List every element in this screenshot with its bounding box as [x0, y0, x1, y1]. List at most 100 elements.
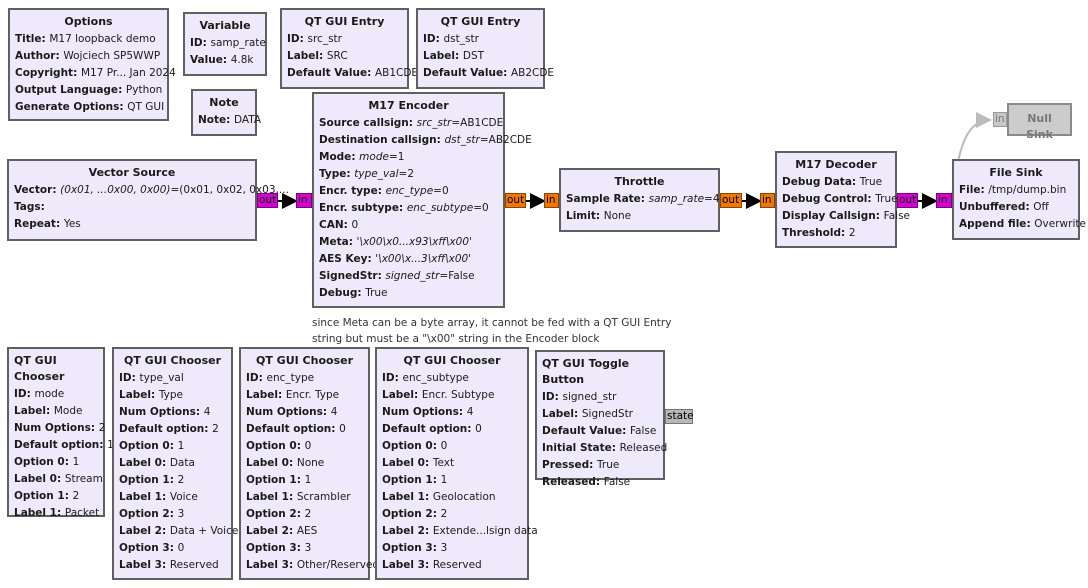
param-row: Label: Encr. Subtype	[382, 387, 522, 404]
param-key: Option 2	[119, 508, 170, 520]
param-row: Author: Wojciech SP5WWP	[15, 48, 162, 65]
param-key: Default Value	[423, 67, 504, 79]
param-row: ID: mode	[14, 386, 98, 403]
param-separator: :	[640, 193, 649, 205]
param-row: Default Value: AB1CDE	[287, 65, 418, 82]
m17-decoder-out-port[interactable]: out	[897, 193, 918, 208]
param-separator: :	[455, 50, 463, 62]
param-value: Type	[158, 389, 183, 401]
param-key: Label 1	[14, 507, 57, 519]
param-value: 0	[475, 423, 482, 435]
throttle-block[interactable]: ThrottleSample Rate: samp_rate=4.8kLimit…	[559, 168, 736, 232]
param-row: Encr. type: enc_type=0	[319, 183, 498, 200]
param-key: Repeat	[14, 218, 56, 230]
param-separator: :	[296, 474, 305, 486]
param-separator: :	[161, 525, 170, 537]
param-key: Label 3	[119, 559, 162, 571]
qt-gui-chooser-mode-block[interactable]: QT GUI Chooser ID: mode Label: Mode Num Opt…	[7, 347, 114, 519]
comment-line-1: since Meta can be a byte array, it canno…	[312, 317, 672, 329]
param-row: ID: type_val	[119, 370, 226, 387]
param-key: Label 1	[246, 491, 289, 503]
param-value: 0	[351, 219, 359, 231]
vector-source-block[interactable]: Vector Source Vector: (0x01, ...0x00, 0x0…	[7, 159, 289, 241]
variable-block[interactable]: Variable ID: samp_rate Value: 4.8k	[183, 12, 267, 76]
options-block[interactable]: Options Title: M17 loopback demo Author: W…	[8, 8, 176, 121]
qt-gui-chooser-type-block[interactable]: QT GUI Chooser ID: type_val Label: Type Num…	[112, 347, 238, 580]
param-value: False	[883, 210, 910, 222]
param-row: Label 2: Extende...lsign data	[382, 523, 538, 540]
block-title: QT GUI Toggle Button	[542, 357, 630, 386]
param-separator: :	[611, 442, 620, 454]
param-value: Stream	[64, 473, 103, 485]
param-key: Option 3	[382, 542, 433, 554]
param-key: Num Options	[14, 422, 91, 434]
param-row: Title: M17 loopback demo	[15, 31, 162, 48]
param-row: Option 0: 1	[14, 454, 98, 471]
block-title: QT GUI Chooser	[255, 354, 354, 367]
param-separator: :	[377, 185, 386, 197]
param-separator: :	[296, 542, 305, 554]
m17-encoder-block[interactable]: M17 Encoder Source callsign: src_str=AB1C…	[312, 92, 532, 308]
param-value: 4	[330, 406, 338, 418]
param-row: Label: Mode	[14, 403, 98, 420]
param-key: Value	[190, 54, 223, 66]
param-key: Released	[542, 476, 596, 488]
block-title: Vector Source	[88, 166, 176, 179]
param-key: Initial State	[542, 442, 612, 454]
param-separator: :	[73, 67, 81, 79]
file-sink-block[interactable]: File Sink File: /tmp/dump.bin Unbuffered: …	[952, 159, 1086, 240]
param-key: Num Options	[382, 406, 459, 418]
toggle-state-port[interactable]: state	[665, 409, 694, 424]
param-value: 4	[466, 406, 474, 418]
param-value: Yes	[63, 218, 81, 230]
param-row: Label: SignedStr	[542, 406, 658, 423]
param-row: Debug Data: True	[782, 174, 890, 191]
note-block[interactable]: Note Note: DATA	[191, 89, 261, 136]
param-row: Num Options: 4	[382, 404, 522, 421]
param-row: Option 2: 2	[382, 506, 522, 523]
param-value: 3	[177, 508, 185, 520]
param-value: 2	[72, 490, 80, 502]
throttle-in-port[interactable]: in	[544, 193, 559, 208]
param-value: 4	[203, 406, 211, 418]
param-row: Label: SRC	[287, 48, 402, 65]
m17-encoder-out-port[interactable]: out	[505, 193, 526, 208]
file-sink-in-port[interactable]: in	[936, 193, 952, 208]
param-variable: enc_subtype	[406, 202, 474, 214]
param-separator: :	[875, 210, 884, 222]
param-separator: :	[226, 114, 235, 126]
param-value: Off	[1033, 201, 1049, 213]
param-value: True	[859, 176, 883, 188]
param-row: Initial State: Released	[542, 440, 667, 457]
param-separator: :	[161, 559, 170, 571]
m17-encoder-in-port[interactable]: in	[296, 193, 312, 208]
param-row: Threshold: 2	[782, 225, 890, 242]
param-separator: :	[288, 559, 297, 571]
param-separator: :	[118, 84, 126, 96]
param-key: Default Value	[287, 67, 368, 79]
param-separator: :	[56, 473, 65, 485]
null-sink-block[interactable]: Null Sink	[1007, 103, 1072, 141]
qt-gui-chooser-enc-type-block[interactable]: QT GUI Chooser ID: enc_type Label: Encr. T…	[239, 347, 379, 580]
param-row: Encr. subtype: enc_subtype=0	[319, 200, 498, 217]
throttle-out-port[interactable]: out	[720, 193, 742, 208]
m17-decoder-in-port[interactable]: in	[760, 193, 775, 208]
param-row: Label 1: Geolocation	[382, 489, 522, 506]
param-key: Default option	[382, 423, 468, 435]
m17-decoder-block[interactable]: M17 Decoder Debug Data: True Debug Control…	[775, 151, 910, 248]
qt-gui-entry-dst-block[interactable]: QT GUI Entry ID: dst_str Label: DST Default…	[416, 8, 554, 89]
param-key: Mode	[319, 151, 352, 163]
null-sink-in-port[interactable]: in	[993, 112, 1007, 127]
param-value: Data	[169, 457, 195, 469]
qt-gui-toggle-button-block[interactable]: QT GUI Toggle Button ID: signed_str Label:…	[535, 350, 667, 488]
qt-gui-chooser-enc-subtype-block[interactable]: QT GUI Chooser ID: enc_subtype Label: Encr…	[375, 347, 538, 580]
vector-source-out-port[interactable]: out	[257, 193, 278, 208]
param-row: Option 3: 0	[119, 540, 226, 557]
param-separator: :	[467, 423, 476, 435]
param-value: 2	[848, 227, 856, 239]
comment-line-2: string but must be a "\x00" string in th…	[312, 333, 600, 345]
qt-gui-entry-src-block[interactable]: QT GUI Entry ID: src_str Label: SRC Default…	[280, 8, 418, 89]
param-value: None	[603, 210, 632, 222]
param-value: DATA	[234, 114, 262, 126]
param-separator: :	[424, 491, 433, 503]
